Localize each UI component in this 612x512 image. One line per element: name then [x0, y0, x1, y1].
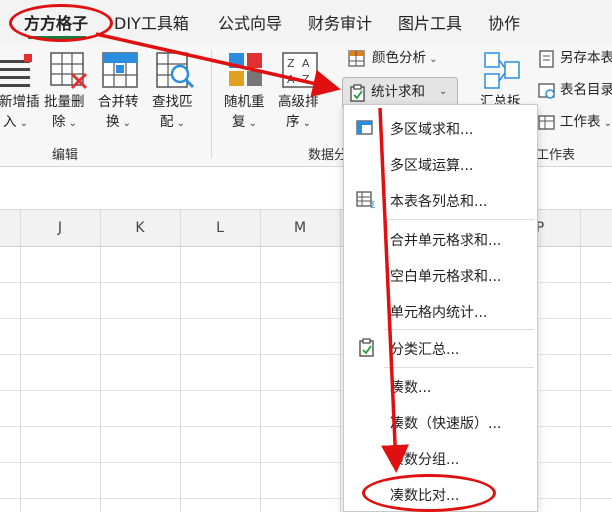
annotation-arrows: [95, 32, 410, 473]
annotation-arrow-to-compare: [378, 107, 410, 473]
annotation-arrow-to-stat-sum: [95, 32, 341, 98]
